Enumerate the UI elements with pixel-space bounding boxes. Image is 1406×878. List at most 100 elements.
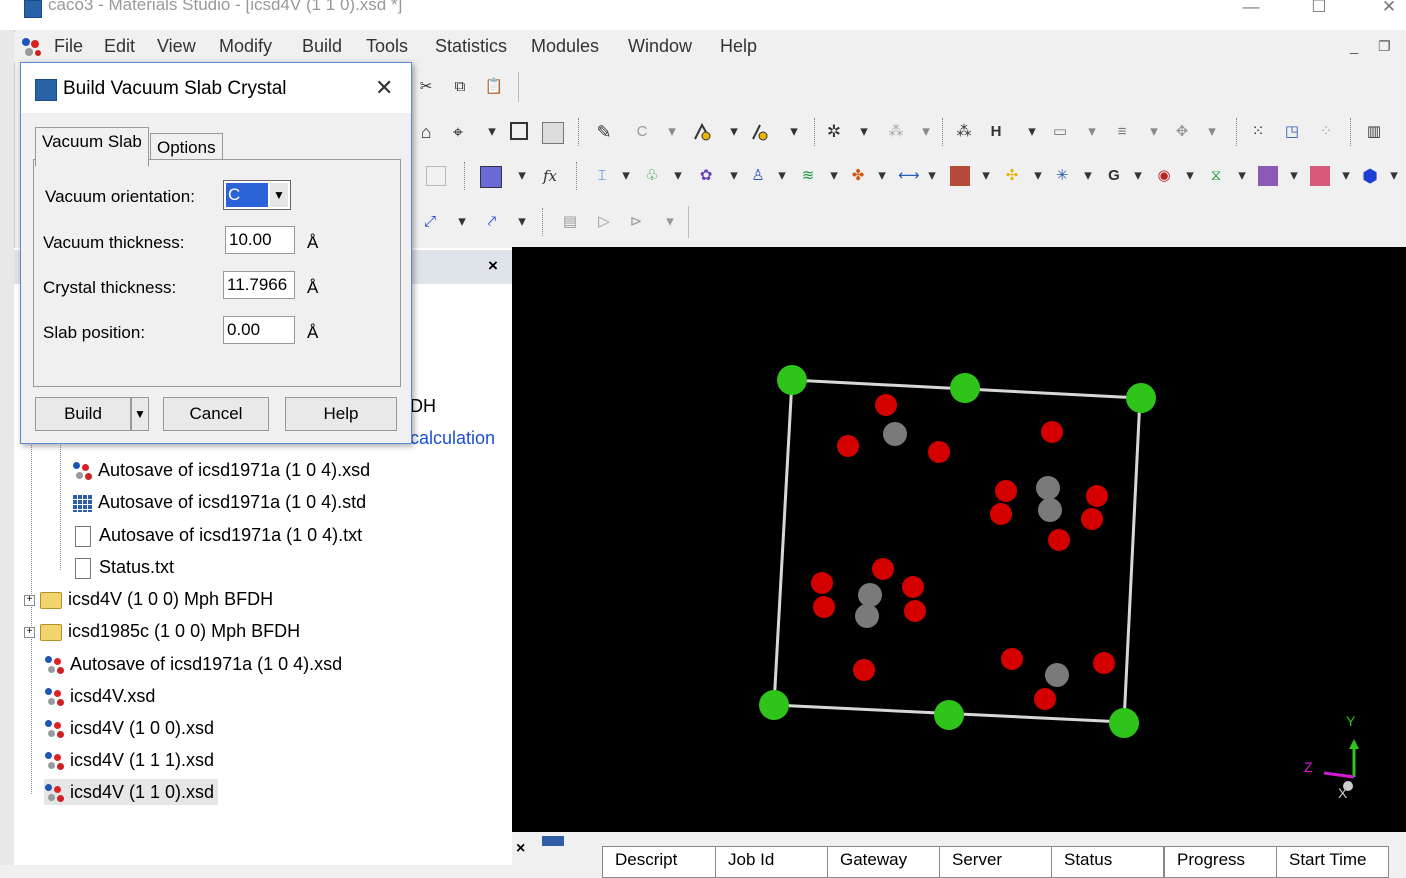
tree-item-icsd4v-111-xsd[interactable]: icsd4V (1 1 1).xsd (44, 747, 214, 773)
module-forcite-icon[interactable]: ⌶ (592, 166, 612, 186)
structure-3d-viewer[interactable]: Y Z X (512, 247, 1406, 832)
sketch-pencil-icon[interactable]: ✎ (594, 122, 614, 142)
tree-item-partial-calculation[interactable]: calculation (410, 428, 495, 449)
paste-icon[interactable]: 📋 (484, 77, 504, 97)
menu-edit[interactable]: Edit (104, 36, 135, 57)
debug-icon[interactable]: ⊳ (626, 212, 646, 232)
dropdown-arrow-icon[interactable]: ▾ (724, 166, 744, 186)
dropdown-arrow-icon[interactable]: ▾ (922, 166, 942, 186)
module-castep-icon[interactable] (950, 166, 970, 186)
module-polymorph-icon[interactable] (1310, 166, 1330, 186)
dropdown-arrow-icon[interactable]: ▾ (1144, 122, 1164, 142)
column-server[interactable]: Server (939, 846, 1052, 878)
dropdown-arrow-icon[interactable]: ▾ (616, 166, 636, 186)
dropdown-arrow-icon[interactable]: ▾ (452, 212, 472, 232)
dropdown-arrow-icon[interactable]: ▾ (1384, 166, 1404, 186)
dropdown-arrow-icon[interactable]: ▾ (784, 122, 804, 142)
minimize-button[interactable]: — (1228, 0, 1274, 22)
sketch-atom-icon[interactable] (692, 122, 712, 142)
function-icon[interactable]: fx (540, 166, 560, 186)
dropdown-arrow-icon[interactable]: ▾ (668, 166, 688, 186)
vacuum-orientation-select[interactable]: C ▼ (223, 180, 291, 210)
cancel-button[interactable]: Cancel (163, 397, 269, 431)
dropdown-arrow-icon[interactable]: ▾ (1128, 166, 1148, 186)
cube-abc-icon[interactable]: ◳ (1282, 122, 1302, 142)
element-c-icon[interactable]: C (632, 122, 652, 142)
dropdown-arrow-icon[interactable]: ▾ (724, 122, 744, 142)
menu-help[interactable]: Help (720, 36, 757, 57)
tree-item-icsd4v-xsd[interactable]: icsd4V.xsd (44, 683, 155, 709)
vector-icon[interactable]: ⤢ (420, 212, 440, 232)
module-sorption-icon[interactable]: ✳ (1052, 166, 1072, 186)
menu-file[interactable]: File (54, 36, 83, 57)
tree-item-icsd4v-110-xsd-selected[interactable]: icsd4V (1 1 0).xsd (44, 779, 219, 805)
menu-modify[interactable]: Modify (219, 36, 272, 57)
module-gulp-icon[interactable]: G (1104, 166, 1124, 186)
dialog-close-icon[interactable]: ✕ (375, 75, 393, 101)
module-dmol-icon[interactable]: ✤ (848, 166, 868, 186)
dropdown-arrow-icon[interactable]: ▾ (1022, 122, 1042, 142)
vacuum-thickness-input[interactable]: 10.00 (225, 226, 295, 254)
script-icon[interactable]: ▤ (560, 212, 580, 232)
menu-window[interactable]: Window (628, 36, 692, 57)
tree-item-status-txt[interactable]: Status.txt (72, 554, 174, 580)
fit-view-icon[interactable] (510, 122, 528, 140)
dropdown-arrow-icon[interactable]: ▾ (872, 166, 892, 186)
home-icon[interactable]: ⌂ (416, 122, 436, 142)
dropdown-arrow-icon[interactable]: ▾ (854, 122, 874, 142)
matrix-icon[interactable] (480, 166, 502, 188)
target-icon[interactable]: ⌖ (448, 122, 468, 142)
menu-view[interactable]: View (157, 36, 196, 57)
dropdown-arrow-icon[interactable]: ▾ (1028, 166, 1048, 186)
dropdown-arrow-icon[interactable]: ▾ (1232, 166, 1252, 186)
column-gateway[interactable]: Gateway (827, 846, 940, 878)
column-start-time[interactable]: Start Time (1276, 846, 1389, 878)
chart-icon[interactable]: ▥ (1364, 122, 1384, 142)
cut-icon[interactable]: ✂ (416, 77, 436, 97)
tree-item-autosave-xsd[interactable]: Autosave of icsd1971a (1 0 4).xsd (72, 457, 370, 483)
dropdown-arrow-icon[interactable]: ▾ (660, 212, 680, 232)
dropdown-arrow-icon[interactable]: ▾ (976, 166, 996, 186)
expand-icon[interactable]: + (24, 594, 35, 606)
dropdown-arrow-icon[interactable]: ▾ (1336, 166, 1356, 186)
dropdown-arrow-icon[interactable]: ▾ (1082, 122, 1102, 142)
dropdown-arrow-icon[interactable]: ▾ (1180, 166, 1200, 186)
column-progress[interactable]: Progress (1164, 846, 1277, 878)
column-job-id[interactable]: Job Id (715, 846, 828, 878)
tree-folder-icsd4v-100-mph[interactable]: + icsd4V (1 0 0) Mph BFDH (24, 586, 273, 612)
column-description[interactable]: Descript (602, 846, 716, 878)
dropdown-arrow-icon[interactable]: ▾ (512, 166, 532, 186)
explorer-close-icon[interactable]: × (488, 256, 498, 276)
dropdown-arrow-icon[interactable]: ▾ (1202, 122, 1222, 142)
build-dropdown-arrow-icon[interactable]: ▼ (131, 397, 149, 431)
crystal-thickness-input[interactable]: 11.7966 (223, 271, 295, 299)
transform-icon[interactable]: ⁂ (886, 122, 906, 142)
sketch-ring-icon[interactable] (750, 122, 770, 142)
module-conformers-icon[interactable]: ◉ (1154, 166, 1174, 186)
tree-item-autosave-txt[interactable]: Autosave of icsd1971a (1 0 4).txt (72, 522, 362, 548)
mdi-minimize-button[interactable]: _ (1350, 38, 1358, 55)
module-amorphous-icon[interactable]: ♧ (642, 166, 662, 186)
module-qmera-icon[interactable]: ⬢ (1360, 166, 1380, 186)
dropdown-arrow-icon[interactable]: ▾ (662, 122, 682, 142)
module-morphology-icon[interactable]: ⧖ (1206, 166, 1226, 186)
dropdown-arrow-icon[interactable]: ▾ (916, 122, 936, 142)
slab-position-input[interactable]: 0.00 (223, 316, 295, 344)
menu-modules[interactable]: Modules (531, 36, 599, 57)
menu-statistics[interactable]: Statistics (435, 36, 507, 57)
tree-item-icsd4v-100-xsd[interactable]: icsd4V (1 0 0).xsd (44, 715, 214, 741)
help-button[interactable]: Help (285, 397, 397, 431)
symmetry-icon[interactable]: ✲ (824, 122, 844, 142)
dropdown-arrow-icon[interactable]: ▾ (1078, 166, 1098, 186)
module-link-icon[interactable]: ⟷ (898, 166, 920, 186)
centroid-icon[interactable]: ✥ (1172, 122, 1192, 142)
build-button[interactable]: Build (35, 397, 131, 431)
module-reflex-icon[interactable] (1258, 166, 1278, 186)
tab-vacuum-slab[interactable]: Vacuum Slab (35, 127, 149, 167)
column-status[interactable]: Status (1051, 846, 1164, 878)
dropdown-arrow-icon[interactable]: ▾ (482, 122, 502, 142)
tree-item-autosave-xsd-root[interactable]: Autosave of icsd1971a (1 0 4).xsd (44, 651, 342, 677)
copy-icon[interactable]: ⧉ (450, 77, 470, 97)
lattice-dots-icon[interactable]: ⁘ (1316, 122, 1336, 142)
jobs-close-icon[interactable]: × (516, 840, 525, 858)
